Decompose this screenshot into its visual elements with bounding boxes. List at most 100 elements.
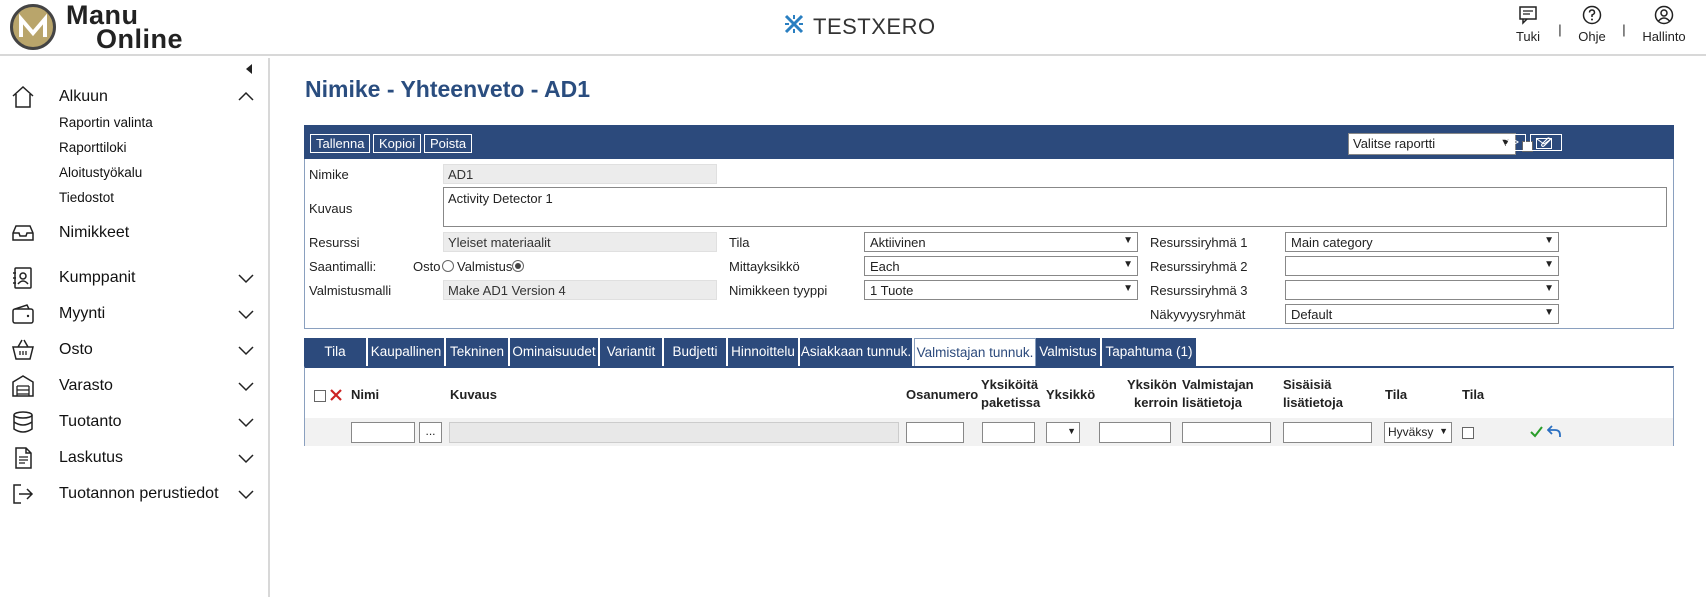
col-header-osanumero: Osanumero (906, 387, 979, 402)
dropdown-arrow-icon: ▼ (1439, 426, 1448, 436)
tyyppi-select[interactable]: 1 Tuote ▼ (864, 280, 1138, 300)
col-header-nimi: Nimi (351, 387, 380, 402)
previous-record-button[interactable]: << (1466, 134, 1494, 151)
dropdown-arrow-icon: ▼ (1544, 307, 1554, 318)
resurssiryhma1-label: Resurssiryhmä 1 (1150, 235, 1248, 250)
save-button[interactable]: Tallenna (310, 134, 371, 153)
chevron-up-icon[interactable] (238, 89, 254, 105)
main-content: Nimike - Yhteenveto - AD1 Tallenna Kopio… (272, 58, 1706, 597)
nakyvyysryhmat-select[interactable]: Default ▼ (1285, 304, 1559, 324)
dropdown-arrow-icon: ▼ (1544, 283, 1554, 294)
sidebar-item-production-master-data[interactable]: Tuotannon perustiedot (0, 477, 268, 511)
status-select[interactable]: Hyväksy ▼ (1384, 422, 1452, 443)
sidebar-sub-report-log[interactable]: Raporttiloki (59, 140, 127, 155)
item-tabs: Tila Kaupallinen Tekninen Ominaisuudet V… (304, 338, 1674, 366)
tab-valmistajan-tunnuk[interactable]: Valmistajan tunnuk. (914, 338, 1036, 366)
resurssiryhma3-select[interactable]: ▼ (1285, 280, 1559, 300)
collapse-sidebar-icon[interactable] (244, 62, 254, 78)
valmistus-radio[interactable] (512, 260, 524, 272)
col-header-tila-2: Tila (1462, 387, 1485, 402)
chevron-down-icon[interactable] (238, 414, 254, 430)
kerroin-input[interactable] (1099, 422, 1171, 443)
tab-variantit[interactable]: Variantit (600, 338, 664, 366)
report-select-value: Valitse raportti (1353, 136, 1436, 151)
app-logo[interactable]: Manu Online (10, 0, 205, 54)
osto-radio[interactable] (442, 260, 454, 272)
sidebar-item-label: Kumppanit (59, 269, 136, 286)
sidebar-item-sales[interactable]: Myynti (0, 297, 268, 331)
sidebar-item-label: Alkuun (59, 88, 108, 105)
support-label: Tuki (1515, 29, 1541, 44)
sidebar-item-label: Laskutus (59, 449, 124, 466)
tab-hinnoittelu[interactable]: Hinnoittelu (728, 338, 800, 366)
help-label: Ohje (1578, 29, 1606, 44)
col-header-yks-paketissa-1: Yksiköitä (981, 377, 1039, 392)
status-select-value: Hyväksy (1388, 425, 1434, 439)
next-record-button[interactable]: >> (1498, 134, 1526, 151)
inbox-icon (10, 220, 36, 246)
attachment-icon[interactable] (1530, 134, 1562, 151)
sidebar-sub-start-tool[interactable]: Aloitustyökalu (59, 165, 142, 180)
resurssiryhma1-select[interactable]: Main category ▼ (1285, 232, 1559, 252)
nimike-label: Nimike (309, 167, 349, 182)
tab-tapahtuma[interactable]: Tapahtuma (1) (1102, 338, 1198, 366)
wallet-icon (10, 301, 36, 327)
chevron-down-icon[interactable] (238, 486, 254, 502)
chevron-down-icon[interactable] (238, 378, 254, 394)
kuvaus-textarea[interactable]: Activity Detector 1 (443, 187, 1667, 227)
sidebar-item-label: Tuotannon perustiedot (59, 485, 219, 502)
user-icon (1653, 4, 1675, 26)
mittayksikko-select[interactable]: Each ▼ (864, 256, 1138, 276)
yks-paketissa-input[interactable] (982, 422, 1035, 443)
tila-select[interactable]: Aktiivinen ▼ (864, 232, 1138, 252)
osanumero-input[interactable] (906, 422, 964, 443)
help-button[interactable]: Ohje (1570, 4, 1614, 44)
col-header-kerroin-2: kerroin (1134, 395, 1179, 410)
tyyppi-label: Nimikkeen tyyppi (729, 283, 828, 298)
chat-icon (1517, 4, 1539, 26)
separator: | (1558, 22, 1562, 37)
valmistus-label: Valmistus (457, 259, 513, 274)
sidebar-item-production[interactable]: Tuotanto (0, 405, 268, 439)
tab-tekninen[interactable]: Tekninen (446, 338, 510, 366)
tab-valmistus[interactable]: Valmistus (1036, 338, 1102, 366)
chevron-down-icon[interactable] (238, 342, 254, 358)
valm-lisatietoja-input[interactable] (1182, 422, 1271, 443)
chevron-down-icon[interactable] (238, 306, 254, 322)
record-toolbar: Tallenna Kopioi Poista Valitse raportti … (304, 125, 1674, 159)
sidebar-item-items[interactable]: Nimikkeet (0, 216, 268, 250)
resurssiryhma2-select[interactable]: ▼ (1285, 256, 1559, 276)
chevron-down-icon[interactable] (238, 270, 254, 286)
sidebar-item-home[interactable]: Alkuun (0, 80, 268, 114)
tila-checkbox[interactable] (1462, 427, 1474, 439)
tab-kaupallinen[interactable]: Kaupallinen (368, 338, 446, 366)
valmistusmalli-field: Make AD1 Version 4 (443, 280, 717, 300)
sidebar-sub-report-selection[interactable]: Raportin valinta (59, 115, 153, 130)
sidebar-sub-files[interactable]: Tiedostot (59, 190, 114, 205)
sidebar-item-invoicing[interactable]: Laskutus (0, 441, 268, 475)
select-all-checkbox[interactable] (314, 390, 326, 402)
col-header-yks-paketissa-2: paketissa (981, 395, 1041, 410)
sidebar-item-purchase[interactable]: Osto (0, 333, 268, 367)
dropdown-arrow-icon: ▼ (1123, 259, 1133, 270)
delete-icon[interactable] (329, 388, 343, 405)
sis-lisatietoja-input[interactable] (1283, 422, 1372, 443)
support-button[interactable]: Tuki (1506, 4, 1550, 44)
undo-icon[interactable] (1546, 424, 1561, 441)
delete-button[interactable]: Poista (424, 134, 473, 153)
tab-asiakkaan-tunnuk[interactable]: Asiakkaan tunnuk. (800, 338, 914, 366)
valmistusmalli-label: Valmistusmalli (309, 283, 392, 298)
tab-tila[interactable]: Tila (304, 338, 368, 366)
admin-button[interactable]: Hallinto (1634, 4, 1694, 44)
tab-budjetti[interactable]: Budjetti (664, 338, 728, 366)
yksikko-select[interactable]: ▼ (1046, 422, 1080, 443)
copy-button[interactable]: Kopioi (373, 134, 422, 153)
warehouse-icon (10, 373, 36, 399)
chevron-down-icon[interactable] (238, 450, 254, 466)
tab-ominaisuudet[interactable]: Ominaisuudet (510, 338, 600, 366)
confirm-check-icon[interactable] (1530, 425, 1543, 441)
sidebar-item-partners[interactable]: Kumppanit (0, 261, 268, 295)
nimi-input[interactable] (351, 422, 415, 443)
sidebar-item-warehouse[interactable]: Varasto (0, 369, 268, 403)
browse-button[interactable]: ... (419, 422, 442, 443)
